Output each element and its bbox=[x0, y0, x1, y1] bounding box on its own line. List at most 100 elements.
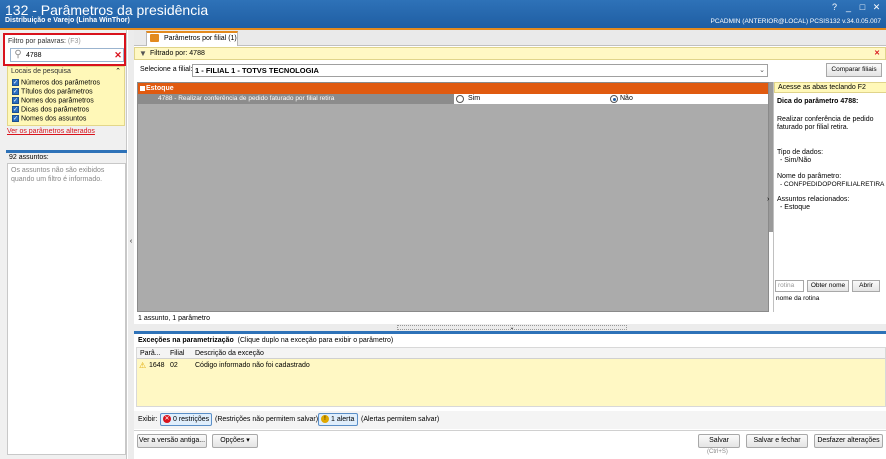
tip-subjects-label: Assuntos relacionados: bbox=[777, 196, 850, 203]
save-button[interactable]: Salvar bbox=[698, 434, 740, 448]
radio-no-label: Não bbox=[620, 95, 633, 102]
chevron-right-icon[interactable]: › bbox=[767, 196, 769, 203]
branch-label: Selecione a filial: bbox=[140, 66, 193, 73]
collapse-icon[interactable]: ⌃ bbox=[115, 67, 121, 75]
compare-branches-button[interactable]: Comparar filiais bbox=[826, 63, 882, 77]
branch-select[interactable]: 1 - FILIAL 1 - TOTVS TECNOLOGIA ⌄ bbox=[192, 64, 768, 77]
checkbox-checked-icon[interactable]: ✓ bbox=[12, 115, 19, 122]
tip-description: Realizar conferência de pedido faturado … bbox=[777, 116, 874, 131]
tab-params-by-branch[interactable]: Parâmetros por filial (1) bbox=[146, 31, 238, 46]
exceptions-title-text: Exceções na parametrização bbox=[138, 337, 234, 344]
tip-name-label: Nome do parâmetro: bbox=[777, 173, 842, 180]
radio-no[interactable] bbox=[610, 95, 618, 103]
splitter-handle-icon[interactable]: ⌄ bbox=[397, 325, 627, 331]
display-label: Exibir: bbox=[138, 416, 158, 423]
tip-title: Dica do parâmetro 4788: bbox=[777, 98, 859, 105]
routine-input[interactable]: rotina bbox=[775, 280, 804, 292]
checkbox-checked-icon[interactable]: ✓ bbox=[12, 79, 19, 86]
column-header[interactable]: Parâ... bbox=[140, 350, 161, 357]
options-button[interactable]: Opções ▾ bbox=[212, 434, 258, 448]
checkbox-checked-icon[interactable]: ✓ bbox=[12, 106, 19, 113]
chevron-left-icon[interactable]: ‹ bbox=[128, 238, 134, 245]
cell-param: 1648 bbox=[149, 362, 165, 369]
filtered-label: Filtrado por: 4788 bbox=[150, 50, 205, 57]
search-locations-panel: Locais de pesquisa ⌃ ✓ Números dos parâme… bbox=[7, 66, 125, 126]
search-location-label: Títulos dos parâmetros bbox=[21, 88, 93, 96]
summary-text: 1 assunto, 1 parâmetro bbox=[138, 315, 210, 322]
search-location-item[interactable]: ✓ Números dos parâmetros bbox=[12, 79, 100, 88]
caret-down-icon: ▾ bbox=[246, 437, 250, 444]
branch-value: 1 - FILIAL 1 - TOTVS TECNOLOGIA bbox=[195, 66, 319, 75]
tip-type-value: - Sim/Não bbox=[780, 157, 812, 164]
alerts-button[interactable]: ! 1 alerta bbox=[318, 413, 358, 426]
search-location-label: Nomes dos parâmetros bbox=[21, 97, 94, 105]
filter-label: Filtro por palavras: (F3) bbox=[8, 38, 81, 45]
grid-group-label: Estoque bbox=[146, 85, 174, 92]
maximize-icon[interactable]: □ bbox=[857, 2, 868, 13]
search-locations-title: Locais de pesquisa bbox=[11, 68, 71, 75]
altered-params-link[interactable]: Ver os parâmetros alterados bbox=[7, 128, 95, 135]
search-location-item[interactable]: ✓ Títulos dos parâmetros bbox=[12, 88, 93, 97]
tip-panel: Acesse as abas teclando F2 Dica do parâm… bbox=[773, 82, 886, 312]
tip-type-label: Tipo de dados: bbox=[777, 149, 824, 156]
clear-filter-icon[interactable]: ✕ bbox=[113, 49, 123, 61]
radio-yes-label: Sim bbox=[468, 95, 481, 102]
grid-group-header[interactable]: Estoque bbox=[138, 83, 768, 94]
subjects-list[interactable]: Os assuntos não são exibidos quando um f… bbox=[7, 163, 126, 455]
filter-input[interactable] bbox=[26, 50, 106, 61]
param-row-label: 4788 - Realizar conferência de pedido fa… bbox=[138, 94, 454, 104]
restrictions-note: (Restrições não permitem salvar) bbox=[215, 416, 319, 423]
exceptions-header: Parâ... Filial Descrição da exceção bbox=[137, 348, 885, 359]
folder-icon bbox=[150, 34, 159, 42]
old-version-button[interactable]: Ver a versão antiga... bbox=[137, 434, 207, 448]
open-button[interactable]: Abrir bbox=[852, 280, 880, 292]
checkbox-checked-icon[interactable]: ✓ bbox=[12, 97, 19, 104]
search-icon: ⚲ bbox=[14, 49, 22, 60]
alerts-note: (Alertas permitem salvar) bbox=[361, 416, 440, 423]
filtered-bar: ▼ Filtrado por: 4788 ✕ bbox=[134, 47, 886, 60]
exceptions-divider bbox=[134, 331, 886, 334]
funnel-icon: ▼ bbox=[139, 49, 147, 58]
chevron-down-icon[interactable]: ⌄ bbox=[759, 66, 765, 74]
restrictions-label: 0 restrições bbox=[173, 416, 210, 423]
undo-changes-button[interactable]: Desfazer alterações bbox=[814, 434, 883, 448]
save-close-button[interactable]: Salvar e fechar bbox=[746, 434, 808, 448]
restrictions-button[interactable]: ✕ 0 restrições bbox=[160, 413, 212, 426]
window-subtitle: Distribuição e Varejo (Linha WinThor) bbox=[5, 17, 130, 24]
restriction-icon: ✕ bbox=[163, 415, 171, 424]
collapse-group-icon[interactable] bbox=[140, 86, 145, 91]
search-location-item[interactable]: ✓ Dicas dos parâmetros bbox=[12, 106, 89, 115]
tab-label: Parâmetros por filial (1) bbox=[164, 35, 237, 42]
help-icon[interactable]: ? bbox=[829, 2, 840, 13]
tip-name-value: - CONFPEDIDOPORFILIALRETIRA bbox=[780, 181, 885, 188]
alerts-label: 1 alerta bbox=[331, 416, 355, 423]
radio-yes[interactable] bbox=[456, 95, 464, 103]
checkbox-checked-icon[interactable]: ✓ bbox=[12, 88, 19, 95]
cell-description: Código informado não foi cadastrado bbox=[195, 362, 310, 369]
search-location-item[interactable]: ✓ Nomes dos assuntos bbox=[12, 115, 86, 124]
table-row[interactable]: ⚠ 1648 02 Código informado não foi cadas… bbox=[137, 360, 885, 371]
close-icon[interactable]: ✕ bbox=[871, 2, 882, 13]
routine-name-label: nome da rotina bbox=[776, 295, 820, 302]
subjects-count: 92 assuntos: bbox=[9, 154, 49, 161]
get-name-button[interactable]: Obter nome bbox=[807, 280, 849, 292]
close-filter-icon[interactable]: ✕ bbox=[874, 49, 880, 57]
tip-subjects-value: - Estoque bbox=[780, 204, 810, 211]
save-shortcut-hint: (Ctrl+S) bbox=[707, 449, 728, 455]
subjects-empty-message: Os assuntos não são exibidos quando um f… bbox=[11, 167, 105, 183]
warning-icon: ! bbox=[321, 415, 329, 424]
filter-input-wrap: ⚲ ✕ bbox=[10, 48, 124, 62]
column-header[interactable]: Filial bbox=[170, 350, 184, 357]
minimize-icon[interactable]: _ bbox=[843, 2, 854, 13]
user-info: PCADMIN (ANTERIOR@LOCAL) PCSIS132 v.34.0… bbox=[710, 18, 881, 25]
search-location-item[interactable]: ✓ Nomes dos parâmetros bbox=[12, 97, 94, 106]
search-location-label: Números dos parâmetros bbox=[21, 79, 100, 87]
tab-bar bbox=[134, 30, 886, 46]
column-header[interactable]: Descrição da exceção bbox=[195, 350, 264, 357]
filter-shortcut: (F3) bbox=[67, 38, 81, 45]
window-title: 132 - Parâmetros da presidência bbox=[5, 2, 209, 18]
param-row[interactable]: 4788 - Realizar conferência de pedido fa… bbox=[138, 94, 768, 104]
filter-box: Filtro por palavras: (F3) ⚲ ✕ bbox=[3, 33, 126, 66]
search-location-label: Dicas dos parâmetros bbox=[21, 106, 90, 114]
exceptions-title: Exceções na parametrização (Clique duplo… bbox=[138, 337, 393, 344]
